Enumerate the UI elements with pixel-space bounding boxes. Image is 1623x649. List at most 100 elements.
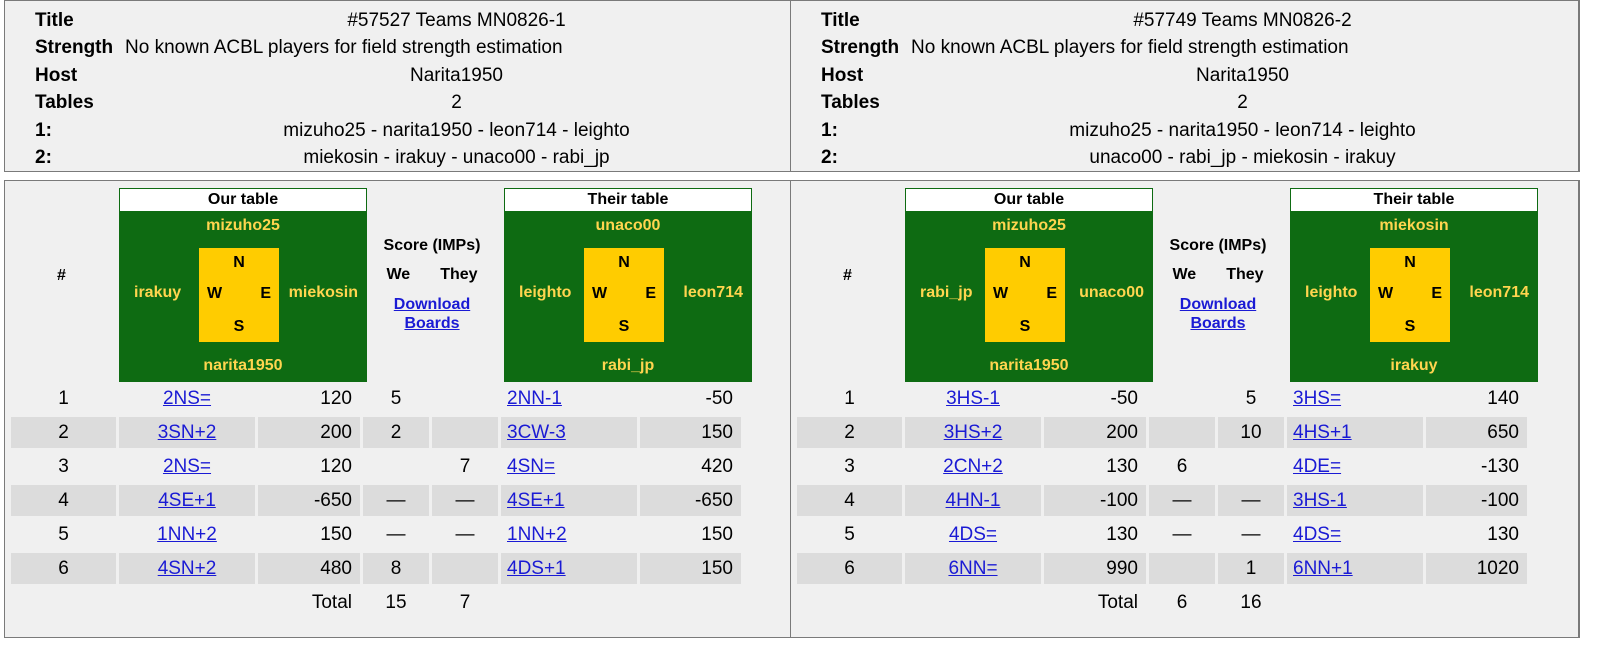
we-they-header: We They	[1153, 266, 1283, 284]
results-table: # Our table mizuho25 irakuy miekosin nar…	[4, 180, 794, 638]
our-result-link[interactable]: 4HN-1	[946, 490, 1001, 511]
download-boards-link[interactable]: Download Boards	[367, 295, 497, 333]
our-result-link[interactable]: 6NN=	[948, 558, 997, 579]
board-row: 5 1NN+2 150 — — 1NN+2 150	[11, 517, 751, 551]
compass-west-letter: W	[993, 285, 1009, 302]
our-east-player: unaco00	[1079, 284, 1144, 301]
their-south-player: irakuy	[1390, 357, 1438, 374]
compass-east-letter: E	[260, 285, 271, 302]
their-table-diagram: Their table miekosin leighto leon714 ira…	[1290, 188, 1538, 382]
info-table2-label: 2:	[821, 147, 838, 169]
our-score: 150	[320, 523, 352, 545]
our-result-link[interactable]: 3SN+2	[158, 422, 217, 443]
total-we: 6	[1176, 591, 1188, 613]
info-host-value: Narita1950	[1196, 64, 1289, 86]
board-number: 3	[844, 455, 855, 477]
their-result-link[interactable]: 4DS=	[1293, 524, 1341, 545]
they-label: They	[1226, 266, 1264, 283]
our-result-link[interactable]: 2NS=	[163, 456, 211, 477]
their-result-link[interactable]: 4HS+1	[1293, 422, 1352, 443]
their-score: -130	[1480, 455, 1519, 477]
our-south-player: narita1950	[203, 357, 283, 374]
imps-we	[1149, 552, 1215, 584]
our-result-link[interactable]: 2NS=	[163, 388, 211, 409]
compass-east-letter: E	[1431, 285, 1442, 302]
their-result-link[interactable]: 6NN+1	[1293, 558, 1353, 579]
their-south-player: rabi_jp	[601, 357, 655, 374]
info-tables-label: Tables	[35, 92, 94, 114]
board-number: 6	[797, 552, 902, 584]
their-table-title: Their table	[505, 189, 751, 211]
total-label: Total	[1097, 591, 1138, 613]
imps-they	[432, 416, 498, 448]
info-tables-value: 2	[1237, 92, 1248, 114]
info-title-value: #57527 Teams MN0826-1	[347, 9, 566, 31]
board-number-header: #	[843, 267, 852, 284]
total-they: 16	[1240, 591, 1262, 613]
our-result-link[interactable]: 3HS+2	[944, 422, 1003, 443]
imps-they	[432, 552, 498, 584]
our-west-player: rabi_jp	[920, 284, 973, 301]
our-south-player: narita1950	[989, 357, 1069, 374]
their-result-link[interactable]: 3HS=	[1293, 388, 1341, 409]
our-result-link[interactable]: 4SN+2	[158, 558, 217, 579]
info-host-label: Host	[821, 64, 864, 86]
our-score: 200	[258, 416, 360, 448]
their-north-player: unaco00	[595, 217, 661, 234]
our-score: 990	[1044, 552, 1146, 584]
their-result-link[interactable]: 3HS-1	[1293, 490, 1347, 511]
their-result-link[interactable]: 2NN-1	[507, 388, 562, 409]
our-result-link[interactable]: 3HS-1	[946, 388, 1000, 409]
their-score: 140	[1487, 387, 1519, 409]
our-score: -100	[1044, 484, 1146, 516]
imps-they: —	[1241, 523, 1261, 545]
we-label: We	[1172, 266, 1197, 283]
panel-right: Title #57749 Teams MN0826-2 Strength No …	[790, 0, 1580, 638]
board-number: 2	[11, 416, 116, 448]
compass-north-letter: N	[1019, 254, 1031, 271]
panel-left: Title #57527 Teams MN0826-1 Strength No …	[4, 0, 794, 638]
total-we: 15	[385, 591, 407, 613]
their-result-link[interactable]: 4SN=	[507, 456, 555, 477]
their-west-player: leighto	[1305, 284, 1358, 301]
our-score: 120	[320, 387, 352, 409]
tournament-info: Title #57749 Teams MN0826-2 Strength No …	[790, 0, 1580, 172]
our-north-player: mizuho25	[206, 217, 280, 234]
info-strength-row: Strength No known ACBL players for field…	[5, 35, 792, 63]
info-tables-label: Tables	[821, 92, 880, 114]
board-row: 4 4HN-1 -100 — — 3HS-1 -100	[797, 483, 1537, 517]
our-score: 200	[1044, 416, 1146, 448]
their-result-link[interactable]: 4DS+1	[507, 558, 566, 579]
their-result-link[interactable]: 3CW-3	[507, 422, 566, 443]
our-result-link[interactable]: 4SE+1	[158, 490, 216, 511]
info-table1-value: mizuho25 - narita1950 - leon714 - leight…	[283, 119, 630, 141]
our-result-link[interactable]: 2CN+2	[943, 456, 1003, 477]
compass-west-letter: W	[207, 285, 223, 302]
compass-north-letter: N	[1404, 254, 1416, 271]
info-title-label: Title	[35, 9, 74, 31]
compass-north-letter: N	[618, 254, 630, 271]
score-imps-label: Score (IMPs)	[383, 237, 481, 254]
our-result-link[interactable]: 4DS=	[949, 524, 997, 545]
board-rows: 1 3HS-1 -50 5 3HS= 140 2 3HS+2 200 10 4H…	[797, 381, 1537, 619]
info-table1-row: 1: mizuho25 - narita1950 - leon714 - lei…	[5, 117, 792, 145]
their-result-link[interactable]: 4DE=	[1293, 456, 1341, 477]
our-score: 130	[1106, 455, 1138, 477]
their-table-title: Their table	[1291, 189, 1537, 211]
their-result-link[interactable]: 4SE+1	[507, 490, 565, 511]
download-boards-link[interactable]: Download Boards	[1153, 295, 1283, 333]
results-table: # Our table mizuho25 rabi_jp unaco00 nar…	[790, 180, 1580, 638]
imps-they: 10	[1218, 416, 1284, 448]
their-result-link[interactable]: 1NN+2	[507, 524, 567, 545]
compass-south-letter: S	[233, 318, 245, 335]
info-host-row: Host Narita1950	[791, 62, 1578, 90]
board-row: 4 4SE+1 -650 — — 4SE+1 -650	[11, 483, 751, 517]
board-number-header: #	[57, 267, 66, 284]
imps-we	[363, 451, 429, 482]
their-score: 650	[1426, 416, 1527, 448]
imps-we: —	[363, 484, 429, 516]
our-result-link[interactable]: 1NN+2	[157, 524, 217, 545]
imps-they: 7	[459, 455, 471, 477]
info-strength-label: Strength	[35, 37, 114, 59]
board-row: 3 2CN+2 130 6 4DE= -130	[797, 449, 1537, 483]
